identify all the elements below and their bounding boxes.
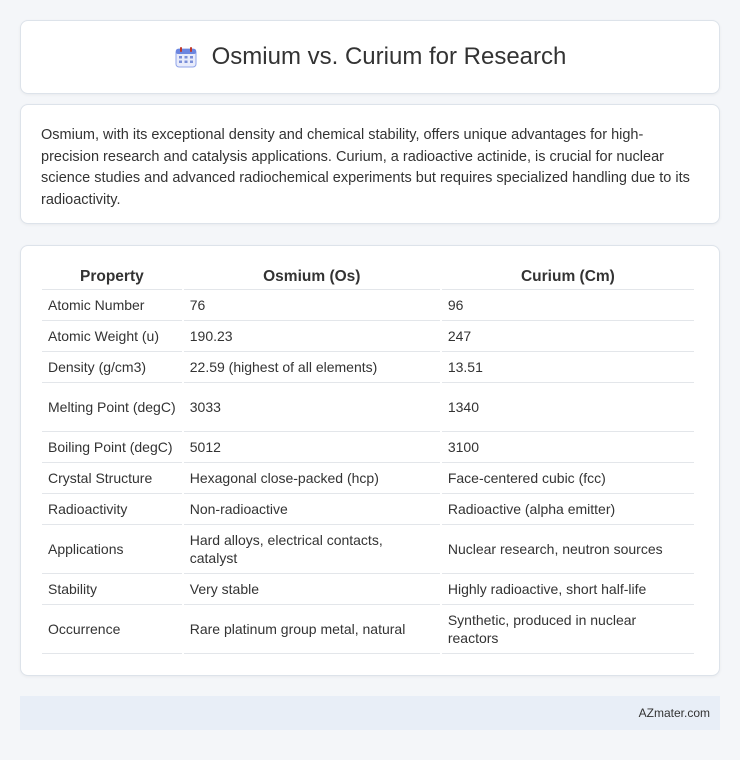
table-row: Density (g/cm3) 22.59 (highest of all el… [42,352,694,383]
property-cell: Stability [42,574,182,605]
property-cell: Radioactivity [42,494,182,525]
table-row: Atomic Weight (u) 190.23 247 [42,321,694,352]
intro-text: Osmium, with its exceptional density and… [41,127,690,208]
intro-card: Osmium, with its exceptional density and… [20,104,720,224]
table-row: Melting Point (degC) 3033 1340 [42,383,694,432]
table-card: Property Osmium (Os) Curium (Cm) Atomic … [20,245,720,676]
column-header-curium: Curium (Cm) [441,266,694,290]
property-cell: Atomic Number [42,290,182,321]
table-row: Boiling Point (degC) 5012 3100 [42,432,694,463]
property-cell: Density (g/cm3) [42,352,182,383]
column-header-property: Property [42,266,182,290]
curium-cell: 13.51 [441,352,694,383]
property-cell: Occurrence [42,605,182,654]
curium-cell: 3100 [441,432,694,463]
curium-cell: Highly radioactive, short half-life [441,574,694,605]
footer-brand[interactable]: AZmater.com [639,706,710,720]
property-cell: Boiling Point (degC) [42,432,182,463]
column-header-osmium: Osmium (Os) [183,266,440,290]
curium-cell: 96 [441,290,694,321]
curium-cell: 247 [441,321,694,352]
osmium-cell: 22.59 (highest of all elements) [183,352,440,383]
title-card: Osmium vs. Curium for Research [20,20,720,94]
calendar-icon [174,45,198,69]
curium-cell: 1340 [441,383,694,432]
comparison-table: Property Osmium (Os) Curium (Cm) Atomic … [40,266,696,654]
osmium-cell: Non-radioactive [183,494,440,525]
osmium-cell: Very stable [183,574,440,605]
osmium-cell: 76 [183,290,440,321]
curium-cell: Synthetic, produced in nuclear reactors [441,605,694,654]
table-row: Crystal Structure Hexagonal close-packed… [42,463,694,494]
table-row: Stability Very stable Highly radioactive… [42,574,694,605]
page-title: Osmium vs. Curium for Research [211,43,567,70]
osmium-cell: 3033 [183,383,440,432]
osmium-cell: Hard alloys, electrical contacts, cataly… [183,525,440,574]
curium-cell: Face-centered cubic (fcc) [441,463,694,494]
property-cell: Melting Point (degC) [42,383,182,432]
footer: AZmater.com [20,696,720,730]
table-row: Atomic Number 76 96 [42,290,694,321]
curium-cell: Radioactive (alpha emitter) [441,494,694,525]
osmium-cell: 5012 [183,432,440,463]
property-cell: Applications [42,525,182,574]
curium-cell: Nuclear research, neutron sources [441,525,694,574]
table-row: Applications Hard alloys, electrical con… [42,525,694,574]
table-row: Radioactivity Non-radioactive Radioactiv… [42,494,694,525]
property-cell: Atomic Weight (u) [42,321,182,352]
osmium-cell: Hexagonal close-packed (hcp) [183,463,440,494]
title-wrap: Osmium vs. Curium for Research [174,43,567,71]
osmium-cell: 190.23 [183,321,440,352]
property-cell: Crystal Structure [42,463,182,494]
table-row: Occurrence Rare platinum group metal, na… [42,605,694,654]
table-header-row: Property Osmium (Os) Curium (Cm) [42,266,694,290]
osmium-cell: Rare platinum group metal, natural [183,605,440,654]
